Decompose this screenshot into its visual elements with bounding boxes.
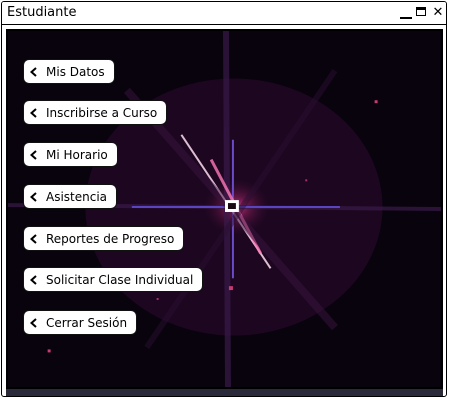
menu-item-label: Reportes de Progreso: [46, 231, 175, 246]
menu-item-label: Solicitar Clase Individual: [46, 272, 194, 287]
solicitar-clase-button[interactable]: Solicitar Clase Individual: [23, 267, 204, 292]
asistencia-button[interactable]: Asistencia: [23, 184, 118, 209]
chevron-left-icon: [28, 191, 40, 203]
chevron-left-icon: [28, 233, 40, 245]
cerrar-sesion-button[interactable]: Cerrar Sesión: [23, 310, 138, 335]
chevron-left-icon: [28, 274, 40, 286]
menu-item-label: Asistencia: [46, 189, 108, 204]
menu-item-label: Mis Datos: [46, 64, 105, 79]
mi-horario-button[interactable]: Mi Horario: [23, 142, 118, 167]
chevron-left-icon: [28, 317, 40, 329]
chevron-left-icon: [28, 66, 40, 78]
status-strip: [6, 388, 443, 396]
menu-item-label: Inscribirse a Curso: [46, 105, 158, 120]
menu-item-label: Mi Horario: [46, 147, 108, 162]
close-icon[interactable]: ✕: [431, 6, 445, 20]
menu-item-label: Cerrar Sesión: [46, 315, 128, 330]
window-title: Estudiante: [7, 5, 77, 20]
chevron-left-icon: [28, 107, 40, 119]
menu-panel: Mis Datos Inscribirse a Curso Mi Horario…: [6, 29, 443, 389]
chevron-left-icon: [28, 149, 40, 161]
reportes-progreso-button[interactable]: Reportes de Progreso: [23, 226, 185, 251]
minimize-icon[interactable]: [399, 6, 413, 20]
mis-datos-button[interactable]: Mis Datos: [23, 59, 115, 84]
maximize-icon[interactable]: [415, 6, 429, 20]
inscribirse-curso-button[interactable]: Inscribirse a Curso: [23, 100, 168, 125]
title-bar: Estudiante ✕: [2, 2, 446, 25]
student-window: Estudiante ✕ Mis Datos Inscribirse a Cur…: [1, 1, 447, 397]
